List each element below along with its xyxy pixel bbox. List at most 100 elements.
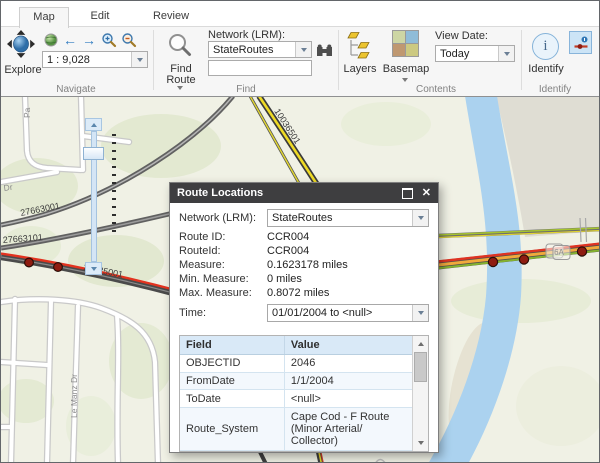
dialog-body: Network (LRM): StateRoutes Route ID: CCR… <box>170 203 438 452</box>
map-scale-value: 1 : 9,028 <box>47 53 90 66</box>
dlg-network-combo[interactable]: StateRoutes <box>267 209 429 227</box>
group-separator <box>338 30 339 90</box>
dlg-network-label: Network (LRM): <box>179 212 257 224</box>
slider-handle[interactable] <box>83 147 104 160</box>
table-cell-field: OBJECTID <box>180 354 285 373</box>
group-separator <box>153 30 154 90</box>
identify-button[interactable]: i <box>532 33 559 60</box>
contents-group-label: Contents <box>415 84 457 95</box>
ribbon: Explore ← → 1: 9,028 Navigate Find Rout… <box>1 27 599 97</box>
dialog-title: Route Locations <box>177 187 264 199</box>
field-label: Route ID: <box>179 231 226 243</box>
dlg-time-value: 01/01/2004 to <null> <box>272 307 373 319</box>
chevron-down-icon <box>417 216 424 220</box>
network-lrm-combo[interactable]: StateRoutes <box>208 41 312 58</box>
table-row: Route_System Cape Cod - F Route (Minor A… <box>180 407 412 451</box>
view-date-dropdown[interactable] <box>498 46 514 61</box>
table-row: FromDate 1/1/2004 <box>180 372 412 391</box>
network-lrm-dropdown[interactable] <box>295 42 311 57</box>
table-cell-value: 1/1/2004 <box>284 372 412 391</box>
field-row: Route ID: CCR004 <box>179 230 429 244</box>
field-label: Measure: <box>179 259 225 271</box>
route-shield: 6A <box>545 243 571 260</box>
table-cell-value: <null> <box>284 389 412 409</box>
tab-map[interactable]: Map <box>19 7 69 28</box>
tab-edit[interactable]: Edit <box>79 7 121 26</box>
table-cell-value: Cape Cod - F Route (Minor Arterial/ Coll… <box>284 407 412 451</box>
identify-button-label: Identify <box>528 63 564 75</box>
table-header-value: Value <box>284 336 412 355</box>
chevron-down-icon <box>90 266 97 271</box>
basemap-tile-icon <box>393 31 405 43</box>
basemap-dropdown-caret[interactable] <box>402 78 408 82</box>
field-label: Min. Measure: <box>179 273 249 285</box>
arrow-left-icon: ← <box>63 32 77 48</box>
dlg-time-label: Time: <box>179 307 207 319</box>
basemap-button-label: Basemap <box>382 63 430 75</box>
dlg-network-dropdown[interactable] <box>412 210 428 226</box>
identify-route-location-toggle[interactable] <box>569 31 592 54</box>
map-scale-dropdown[interactable] <box>131 52 147 67</box>
slider-zoom-in-button[interactable] <box>85 118 102 131</box>
find-group-label: Find <box>236 84 256 95</box>
layers-button-label: Layers <box>343 63 377 75</box>
find-route-label-2: Route <box>166 74 196 86</box>
chevron-down-icon <box>136 57 143 62</box>
table-row: ToDate <null> <box>180 389 412 409</box>
network-lrm-label: Network (LRM): <box>208 29 286 41</box>
view-date-value: Today <box>440 47 470 60</box>
table-cell-field: ToDate <box>180 389 285 409</box>
table-scrollbar[interactable] <box>412 336 428 451</box>
previous-extent-button[interactable]: ← <box>61 31 79 49</box>
locate-route-button[interactable] <box>315 41 333 59</box>
attributes-table: Field Value OBJECTID 2046 FromDate 1/1/2… <box>179 335 429 452</box>
dialog-titlebar[interactable]: Route Locations ✕ <box>170 183 438 203</box>
fixed-zoom-in-button[interactable] <box>100 31 118 49</box>
scroll-up-icon[interactable] <box>413 338 428 350</box>
layers-button[interactable] <box>345 30 375 60</box>
field-value: CCR004 <box>267 245 310 257</box>
network-lrm-value: StateRoutes <box>213 43 274 56</box>
table-header-field: Field <box>180 336 285 355</box>
map-scale-combo[interactable]: 1 : 9,028 <box>42 51 148 68</box>
dlg-time-dropdown[interactable] <box>412 305 428 321</box>
slider-zoom-out-button[interactable] <box>85 262 102 275</box>
find-route-dropdown-caret[interactable] <box>177 86 183 90</box>
zoom-in-icon <box>102 33 117 48</box>
chevron-down-icon <box>417 311 424 315</box>
basemap-tile-icon <box>406 44 418 56</box>
explore-button[interactable] <box>7 30 37 58</box>
street-label: Le Manz Dr <box>69 374 79 418</box>
full-extent-button[interactable] <box>42 31 60 49</box>
scrollbar-thumb[interactable] <box>414 352 427 382</box>
layers-icon <box>347 32 370 59</box>
scroll-down-icon[interactable] <box>413 437 428 449</box>
basemap-button[interactable] <box>392 30 419 57</box>
field-row: RouteId: CCR004 <box>179 244 429 258</box>
view-date-combo[interactable]: Today <box>435 45 515 62</box>
field-label: RouteId: <box>179 245 221 257</box>
chevron-down-icon <box>300 47 307 52</box>
maximize-icon[interactable] <box>401 187 413 199</box>
navigate-group-label: Navigate <box>56 84 96 95</box>
field-value: 0 miles <box>267 273 302 285</box>
explore-icon <box>7 30 35 58</box>
route-shield-label: 6A <box>554 248 564 257</box>
tab-review[interactable]: Review <box>147 7 195 26</box>
explore-button-label: Explore <box>4 64 42 76</box>
close-icon[interactable]: ✕ <box>422 187 431 199</box>
fixed-zoom-out-button[interactable] <box>120 31 138 49</box>
field-value: CCR004 <box>267 231 310 243</box>
next-extent-button[interactable]: → <box>80 31 98 49</box>
basemap-tile-icon <box>393 44 405 56</box>
dlg-network-value: StateRoutes <box>272 212 333 224</box>
dlg-time-combo[interactable]: 01/01/2004 to <null> <box>267 304 429 322</box>
field-value: 0.1623178 miles <box>267 259 348 271</box>
street-label: Dr <box>3 182 13 193</box>
chevron-up-icon <box>90 122 97 127</box>
table-cell-field: FromDate <box>180 372 285 391</box>
group-separator <box>521 30 522 90</box>
route-locations-dialog: Route Locations ✕ Network (LRM): StateRo… <box>169 182 439 453</box>
route-value-input[interactable] <box>208 60 312 76</box>
find-route-button[interactable] <box>167 32 195 58</box>
